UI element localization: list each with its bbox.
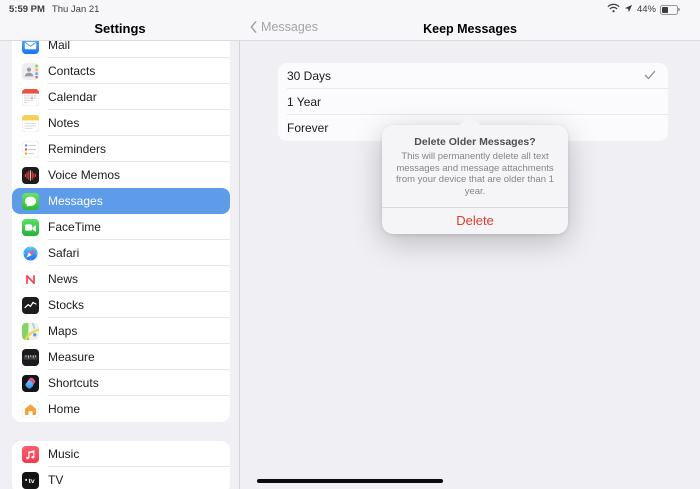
stocks-icon [22,297,39,314]
news-icon [22,271,39,288]
sidebar-item-label: Shortcuts [48,376,99,390]
svg-text:tv: tv [29,478,35,485]
sidebar-header: 5:59 PM Thu Jan 21 Settings [0,0,240,41]
sidebar-section-media: Music tv TV [12,441,230,489]
sidebar-title: Settings [0,21,240,36]
keep-messages-panel: 30 Days 1 Year Forever Delete Older Messag… [240,0,700,489]
sidebar-item-label: Stocks [48,298,84,312]
status-bar-right: 44% [607,3,678,16]
home-indicator[interactable] [257,479,443,483]
sidebar-item-contacts[interactable]: Contacts [12,58,230,84]
shortcuts-icon [22,375,39,392]
sidebar-item-messages[interactable]: Messages [12,188,230,214]
tv-icon: tv [22,472,39,489]
option-label: Forever [287,121,328,135]
sidebar-item-label: TV [48,473,63,487]
dialog-message: This will permanently delete all text me… [382,148,568,207]
safari-icon [22,245,39,262]
page-title: Keep Messages [240,22,700,36]
sidebar-item-music[interactable]: Music [12,441,230,467]
sidebar-item-safari[interactable]: Safari [12,240,230,266]
option-label: 30 Days [287,69,331,83]
maps-icon [22,323,39,340]
battery-icon [660,5,678,15]
option-label: 1 Year [287,95,321,109]
sidebar-item-label: Calendar [48,90,97,104]
sidebar-item-measure[interactable]: Measure [12,344,230,370]
sidebar-item-shortcuts[interactable]: Shortcuts [12,370,230,396]
popover-arrow [459,117,481,125]
sidebar-item-label: Maps [48,324,77,338]
sidebar-item-label: Contacts [48,64,95,78]
sidebar-divider [239,41,240,489]
battery-percent: 44% [637,4,656,15]
sidebar-item-label: Messages [48,194,103,208]
sidebar-item-label: News [48,272,78,286]
measure-icon [22,349,39,366]
sidebar-item-maps[interactable]: Maps [12,318,230,344]
option-1-year[interactable]: 1 Year [278,89,668,115]
sidebar-item-calendar[interactable]: Calendar [12,84,230,110]
sidebar-item-news[interactable]: News [12,266,230,292]
sidebar-item-reminders[interactable]: Reminders [12,136,230,162]
sidebar-item-label: Reminders [48,142,106,156]
sidebar-item-label: Notes [48,116,79,130]
status-date: Thu Jan 21 [52,4,100,15]
sidebar-item-notes[interactable]: Notes [12,110,230,136]
status-bar-left: 5:59 PM Thu Jan 21 [9,4,99,15]
sidebar-item-label: FaceTime [48,220,101,234]
notes-icon [22,115,39,132]
contacts-icon [22,63,39,80]
calendar-icon [22,89,39,106]
messages-icon [22,193,39,210]
music-icon [22,446,39,463]
sidebar-item-label: Measure [48,350,95,364]
voice-memos-icon [22,167,39,184]
sidebar-item-tv[interactable]: tv TV [12,467,230,489]
home-icon [22,401,39,418]
sidebar-item-label: Home [48,402,80,416]
delete-button[interactable]: Delete [382,208,568,234]
sidebar-item-label: Voice Memos [48,168,120,182]
content-header: Messages Keep Messages 44% [240,0,700,41]
ipad-settings-screen: MailContactsCalendarNotesRemindersVoice … [0,0,700,489]
sidebar-item-facetime[interactable]: FaceTime [12,214,230,240]
sidebar-item-home[interactable]: Home [12,396,230,422]
wifi-icon [607,3,620,16]
location-icon [624,4,633,16]
sidebar-item-voice-memos[interactable]: Voice Memos [12,162,230,188]
settings-sidebar: MailContactsCalendarNotesRemindersVoice … [0,0,240,489]
status-time: 5:59 PM [9,4,45,15]
sidebar-item-label: Music [48,447,79,461]
reminders-icon [22,141,39,158]
dialog-title: Delete Older Messages? [382,125,568,148]
sidebar-section-apps: MailContactsCalendarNotesRemindersVoice … [12,32,230,422]
delete-older-messages-dialog: Delete Older Messages? This will permane… [382,125,568,234]
option-30-days[interactable]: 30 Days [278,63,668,89]
facetime-icon [22,219,39,236]
sidebar-item-stocks[interactable]: Stocks [12,292,230,318]
checkmark-icon [644,67,656,85]
sidebar-item-label: Safari [48,246,79,260]
